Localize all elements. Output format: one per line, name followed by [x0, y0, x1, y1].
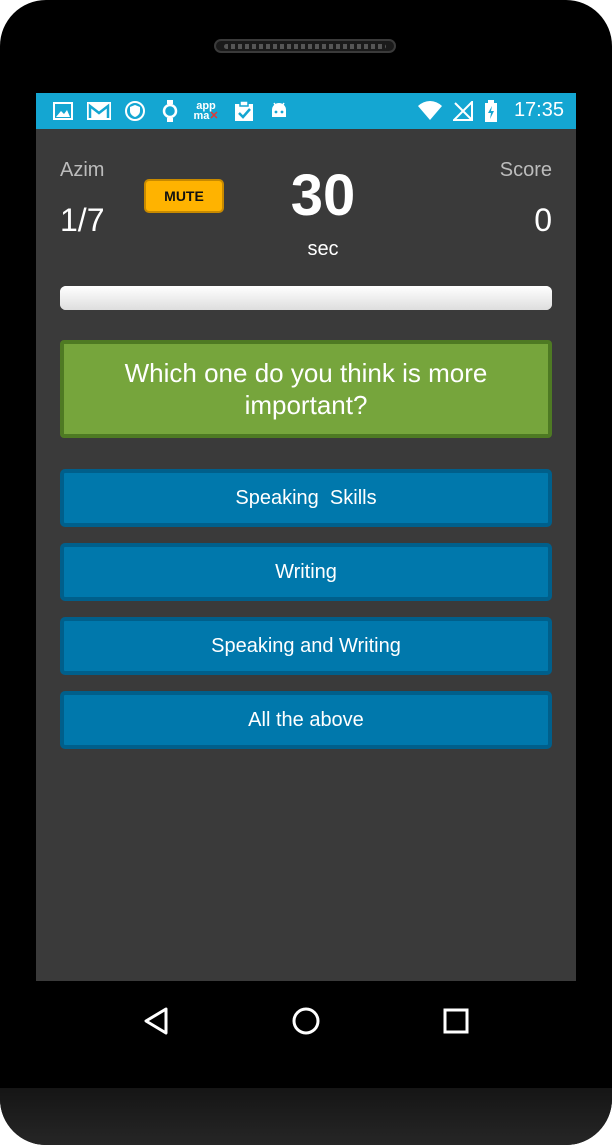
gmail-icon: [86, 101, 112, 121]
answer-button-2[interactable]: Writing: [60, 543, 552, 601]
vpn-shield-icon: [124, 101, 146, 121]
recents-icon[interactable]: [436, 1001, 476, 1041]
time-progress-bar: [60, 286, 552, 310]
no-signal-icon: [452, 101, 474, 121]
app-screen: app ma✕ 17:35 Azim 1/7 MUTE 30 sec Score…: [36, 93, 576, 981]
image-icon: [52, 101, 74, 121]
countdown-timer: 30: [290, 163, 356, 228]
question-box: Which one do you think is more important…: [60, 340, 552, 438]
timer-unit-label: sec: [307, 238, 339, 260]
answer-list: Speaking Skills Writing Speaking and Wri…: [60, 469, 552, 765]
status-bar: app ma✕ 17:35: [36, 93, 576, 129]
wifi-icon: [416, 101, 444, 121]
phone-frame: app ma✕ 17:35 Azim 1/7 MUTE 30 sec Score…: [0, 0, 612, 1145]
answer-button-3[interactable]: Speaking and Writing: [60, 617, 552, 675]
android-icon: [268, 101, 290, 121]
earpiece-speaker: [214, 39, 396, 53]
score-label: Score: [499, 159, 552, 181]
navigation-bar: [36, 981, 576, 1061]
phone-bottom-bezel: [0, 1088, 612, 1145]
mute-button[interactable]: MUTE: [144, 179, 224, 213]
back-icon[interactable]: [136, 1001, 176, 1041]
player-name: Azim: [60, 159, 105, 181]
answer-button-1[interactable]: Speaking Skills: [60, 469, 552, 527]
watch-icon: [160, 100, 180, 122]
question-text: Which one do you think is more important…: [124, 358, 488, 420]
score-value: 0: [534, 202, 552, 238]
clipboard-check-icon: [232, 100, 256, 121]
red-x-mark: ✕: [209, 110, 219, 122]
time-progress-fill: [60, 286, 552, 310]
answer-button-4[interactable]: All the above: [60, 691, 552, 749]
question-progress: 1/7: [60, 202, 105, 238]
home-icon[interactable]: [286, 1001, 326, 1041]
battery-charging-icon: [482, 100, 500, 122]
appmax-icon: app ma✕: [193, 100, 219, 122]
status-time: 17:35: [513, 99, 564, 121]
